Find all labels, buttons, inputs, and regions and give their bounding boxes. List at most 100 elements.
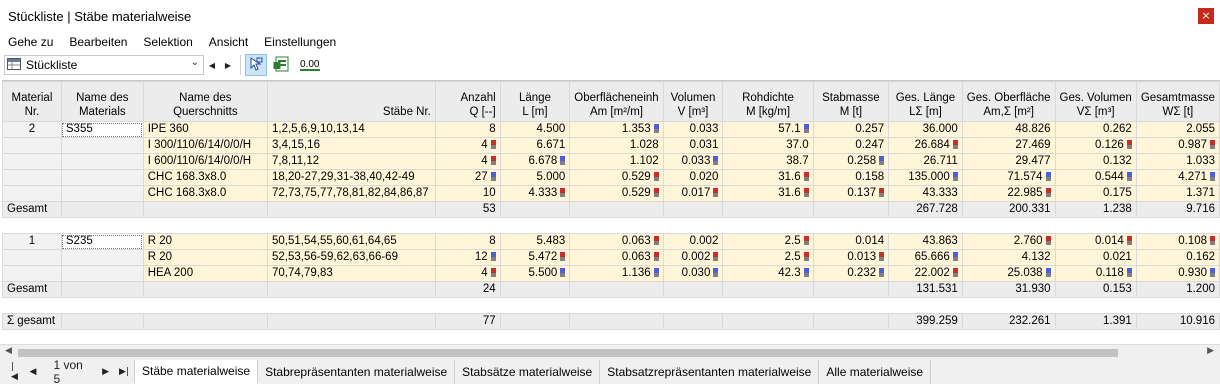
density-cell[interactable]: 31.6 xyxy=(722,169,814,186)
total-mass-cell[interactable]: 4.271 xyxy=(1135,169,1220,186)
material-name-cell[interactable]: S355 xyxy=(60,121,144,138)
surface-cell[interactable]: 1.102 xyxy=(569,153,664,170)
material-name-cell[interactable]: S235 xyxy=(60,233,144,250)
volume-cell[interactable]: 0.002 xyxy=(662,249,724,266)
horizontal-scrollbar[interactable]: ◀ ▶ xyxy=(0,344,1220,360)
total-surface-cell[interactable]: 4.132 xyxy=(961,249,1056,266)
total-length-cell[interactable]: 65.666 xyxy=(888,249,963,266)
member-mass-cell[interactable]: 0.258 xyxy=(812,153,890,170)
total-mass-cell[interactable]: 0.930 xyxy=(1135,265,1220,282)
members-cell[interactable]: 18,20-27,29,31-38,40,42-49 xyxy=(267,169,436,186)
total-mass-cell[interactable]: 0.162 xyxy=(1135,249,1220,266)
count-cell[interactable]: 8 xyxy=(434,121,501,138)
volume-cell[interactable]: 0.020 xyxy=(662,169,724,186)
section-name-cell[interactable]: CHC 168.3x8.0 xyxy=(142,169,269,186)
section-name-cell[interactable]: CHC 168.3x8.0 xyxy=(142,185,269,202)
volume-cell[interactable]: 0.002 xyxy=(662,233,724,250)
total-mass-cell[interactable]: 1.033 xyxy=(1135,153,1220,170)
sheet-tab[interactable]: Stäbe materialweise xyxy=(134,360,259,384)
export-button[interactable] xyxy=(271,54,293,76)
material-name-cell[interactable] xyxy=(60,153,144,170)
member-mass-cell[interactable]: 0.232 xyxy=(812,265,890,282)
sheet-tab[interactable]: Stabsatzrepräsentanten materialweise xyxy=(600,360,820,384)
count-cell[interactable]: 27 xyxy=(434,169,501,186)
last-page-icon[interactable]: ▶| xyxy=(119,367,129,377)
total-volume-cell[interactable]: 0.544 xyxy=(1054,169,1137,186)
close-button[interactable]: × xyxy=(1198,8,1214,24)
section-name-cell[interactable]: I 300/110/6/14/0/0/H xyxy=(142,137,269,154)
next-arrow-icon[interactable]: ▶ xyxy=(220,55,236,75)
total-surface-cell[interactable]: 2.760 xyxy=(961,233,1056,250)
members-cell[interactable]: 70,74,79,83 xyxy=(267,265,436,282)
members-cell[interactable]: 1,2,5,6,9,10,13,14 xyxy=(267,121,436,138)
length-cell[interactable]: 4.333 xyxy=(499,185,571,202)
total-volume-cell[interactable]: 0.014 xyxy=(1054,233,1137,250)
density-cell[interactable]: 38.7 xyxy=(722,153,814,170)
next-page-icon[interactable]: ▶ xyxy=(102,367,109,377)
total-length-cell[interactable]: 36.000 xyxy=(888,121,963,138)
material-name-cell[interactable] xyxy=(60,265,144,282)
menu-edit[interactable]: Bearbeiten xyxy=(69,35,127,49)
density-cell[interactable]: 37.0 xyxy=(722,137,814,154)
total-surface-cell[interactable]: 71.574 xyxy=(961,169,1056,186)
total-volume-cell[interactable]: 0.132 xyxy=(1054,153,1137,170)
length-cell[interactable]: 5.483 xyxy=(499,233,571,250)
total-length-cell[interactable]: 43.333 xyxy=(888,185,963,202)
material-name-cell[interactable] xyxy=(60,185,144,202)
member-mass-cell[interactable]: 0.158 xyxy=(812,169,890,186)
count-cell[interactable]: 12 xyxy=(434,249,501,266)
density-cell[interactable]: 31.6 xyxy=(722,185,814,202)
total-surface-cell[interactable]: 22.985 xyxy=(961,185,1056,202)
total-mass-cell[interactable]: 2.055 xyxy=(1135,121,1220,138)
total-length-cell[interactable]: 22.002 xyxy=(888,265,963,282)
total-volume-cell[interactable]: 0.262 xyxy=(1054,121,1137,138)
section-name-cell[interactable]: R 20 xyxy=(142,249,269,266)
length-cell[interactable]: 6.678 xyxy=(499,153,571,170)
list-select[interactable]: Stückliste ⌄ xyxy=(4,55,204,75)
scrollbar-thumb[interactable] xyxy=(18,349,1118,357)
menu-goto[interactable]: Gehe zu xyxy=(8,35,53,49)
members-cell[interactable]: 50,51,54,55,60,61,64,65 xyxy=(267,233,436,250)
total-mass-cell[interactable]: 0.108 xyxy=(1135,233,1220,250)
scroll-right-icon[interactable]: ▶ xyxy=(1207,346,1214,356)
total-surface-cell[interactable]: 48.826 xyxy=(961,121,1056,138)
first-page-icon[interactable]: |◀ xyxy=(11,362,20,382)
volume-cell[interactable]: 0.033 xyxy=(662,153,724,170)
section-name-cell[interactable]: I 600/110/6/14/0/0/H xyxy=(142,153,269,170)
select-in-model-button[interactable] xyxy=(245,54,267,76)
total-length-cell[interactable]: 43.863 xyxy=(888,233,963,250)
members-cell[interactable]: 7,8,11,12 xyxy=(267,153,436,170)
total-volume-cell[interactable]: 0.126 xyxy=(1054,137,1137,154)
count-cell[interactable]: 8 xyxy=(434,233,501,250)
count-cell[interactable]: 4 xyxy=(434,265,501,282)
total-surface-cell[interactable]: 25.038 xyxy=(961,265,1056,282)
surface-cell[interactable]: 0.063 xyxy=(569,233,664,250)
surface-cell[interactable]: 0.529 xyxy=(569,185,664,202)
volume-cell[interactable]: 0.031 xyxy=(662,137,724,154)
total-length-cell[interactable]: 135.000 xyxy=(888,169,963,186)
density-cell[interactable]: 57.1 xyxy=(722,121,814,138)
density-cell[interactable]: 42.3 xyxy=(722,265,814,282)
total-volume-cell[interactable]: 0.175 xyxy=(1054,185,1137,202)
count-cell[interactable]: 4 xyxy=(434,153,501,170)
previous-arrow-icon[interactable]: ◀ xyxy=(204,55,220,75)
count-cell[interactable]: 4 xyxy=(434,137,501,154)
volume-cell[interactable]: 0.030 xyxy=(662,265,724,282)
decimal-places-button[interactable]: 0.00 xyxy=(297,54,323,76)
total-surface-cell[interactable]: 29.477 xyxy=(961,153,1056,170)
material-name-cell[interactable] xyxy=(60,169,144,186)
previous-page-icon[interactable]: ◀ xyxy=(30,367,37,377)
surface-cell[interactable]: 1.136 xyxy=(569,265,664,282)
total-mass-cell[interactable]: 1.371 xyxy=(1135,185,1220,202)
sheet-tab[interactable]: Stabsätze materialweise xyxy=(455,360,601,384)
menu-selection[interactable]: Selektion xyxy=(143,35,192,49)
section-name-cell[interactable]: HEA 200 xyxy=(142,265,269,282)
member-mass-cell[interactable]: 0.014 xyxy=(812,233,890,250)
sheet-tab[interactable]: Alle materialweise xyxy=(819,360,932,384)
surface-cell[interactable]: 0.063 xyxy=(569,249,664,266)
density-cell[interactable]: 2.5 xyxy=(722,249,814,266)
surface-cell[interactable]: 0.529 xyxy=(569,169,664,186)
section-name-cell[interactable]: R 20 xyxy=(142,233,269,250)
total-volume-cell[interactable]: 0.118 xyxy=(1054,265,1137,282)
length-cell[interactable]: 5.472 xyxy=(499,249,571,266)
